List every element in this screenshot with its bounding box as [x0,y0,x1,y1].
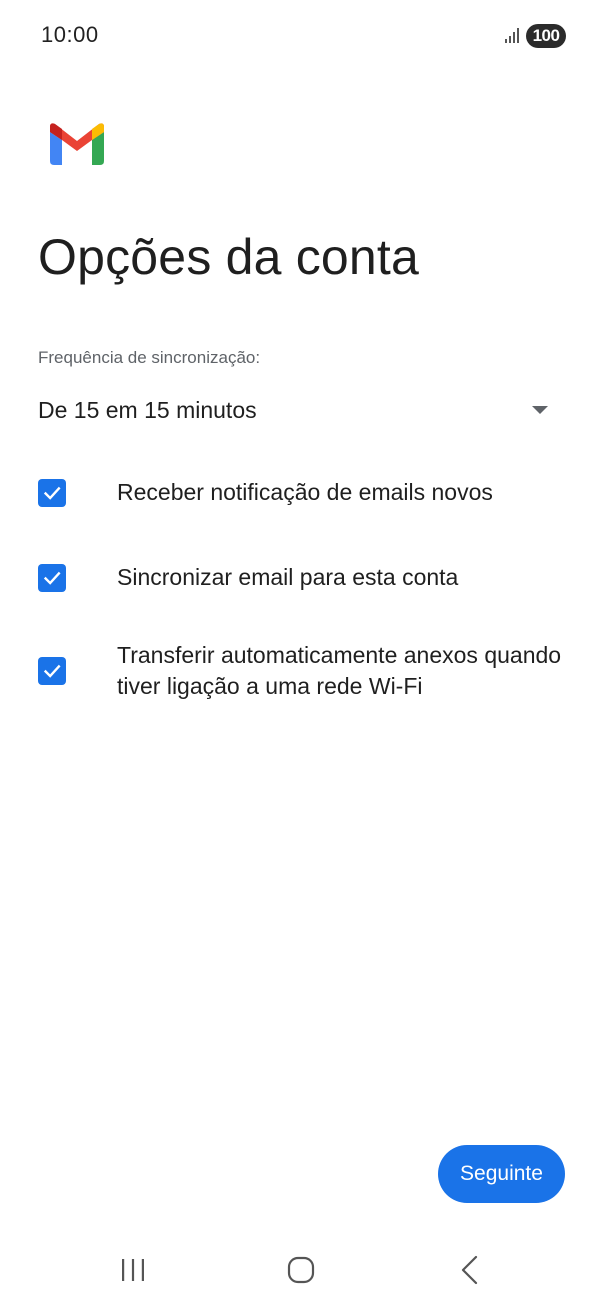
recent-apps-icon [122,1259,144,1281]
back-button[interactable] [448,1250,492,1290]
home-button[interactable] [279,1250,323,1290]
navigation-bar [0,1236,602,1306]
dropdown-arrow-icon [532,406,548,414]
option-label: Receber notificação de emails novos [117,479,493,505]
sync-frequency-dropdown[interactable]: De 15 em 15 minutos [38,388,558,432]
recent-apps-button[interactable] [111,1250,155,1290]
gmail-logo [50,123,104,165]
battery-indicator: 100 [526,24,566,48]
option-auto-download-attachments[interactable]: Transferir automaticamente anexos quando… [38,640,568,702]
checkmark-icon [43,486,61,500]
page-title: Opções da conta [38,229,420,285]
option-label: Transferir automaticamente anexos quando… [117,642,562,699]
home-icon [287,1256,315,1284]
option-sync-email[interactable]: Sincronizar email para esta conta [38,562,568,593]
option-new-email-notification[interactable]: Receber notificação de emails novos [38,477,568,508]
checkmark-icon [43,571,61,585]
status-time: 10:00 [41,22,99,47]
next-button[interactable]: Seguinte [438,1145,565,1203]
checkbox-new-email-notification[interactable] [38,478,66,507]
signal-bars-icon [505,28,519,43]
back-icon [461,1255,478,1285]
checkbox-sync-email[interactable] [38,563,66,592]
status-bar: 10:00 100 [0,0,602,72]
option-label: Sincronizar email para esta conta [117,564,459,590]
sync-frequency-label: Frequência de sincronização: [38,348,261,367]
sync-frequency-value: De 15 em 15 minutos [38,396,257,423]
checkbox-auto-download-attachments[interactable] [38,657,66,685]
checkmark-icon [43,664,61,678]
